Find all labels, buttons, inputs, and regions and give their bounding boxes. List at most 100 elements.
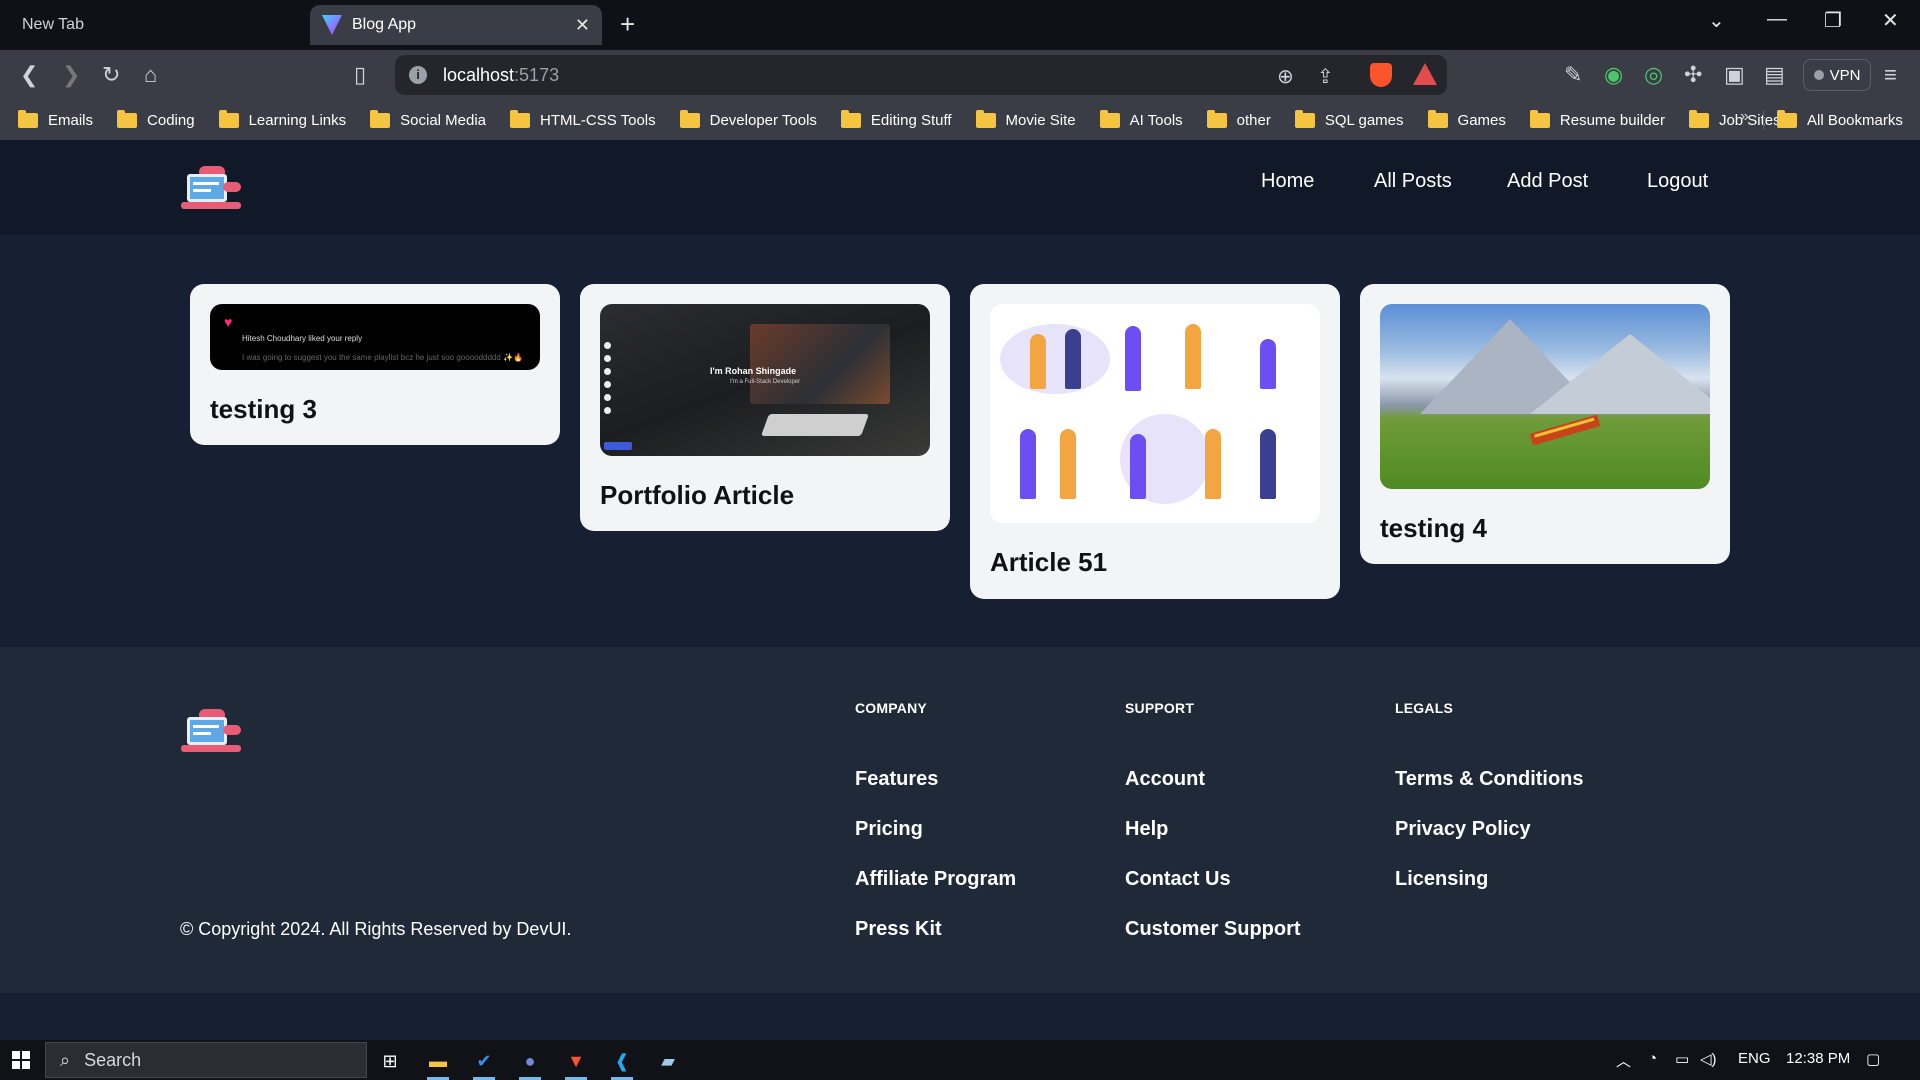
- bookmark-folder[interactable]: Games: [1427, 109, 1506, 129]
- folder-icon: [1529, 109, 1550, 128]
- volume-icon[interactable]: ◁): [1700, 1050, 1717, 1068]
- copyright-text: © Copyright 2024. All Rights Reserved by…: [180, 919, 572, 939]
- clock[interactable]: 12:38 PM: [1786, 1050, 1850, 1067]
- nav-all-posts[interactable]: All Posts: [1374, 170, 1452, 193]
- back-icon[interactable]: ❮: [20, 62, 38, 88]
- vpn-button[interactable]: VPN: [1803, 59, 1871, 91]
- footer-link-pricing[interactable]: Pricing: [855, 818, 923, 841]
- bookmark-label: Emails: [48, 111, 94, 129]
- footer-link-privacy[interactable]: Privacy Policy: [1395, 818, 1531, 841]
- bookmark-folder[interactable]: HTML-CSS Tools: [510, 109, 656, 129]
- bookmark-label: All Bookmarks: [1807, 111, 1903, 129]
- post-card[interactable]: I'm Rohan Shingade I'm a Full-Stack Deve…: [580, 284, 950, 531]
- bookmark-folder[interactable]: Job Sites: [1688, 109, 1781, 129]
- address-bar[interactable]: i localhost:5173 ⊕ ⇪: [395, 55, 1447, 95]
- person-figure: [1205, 429, 1221, 499]
- language-indicator[interactable]: ENG: [1738, 1050, 1771, 1067]
- footer-link-features[interactable]: Features: [855, 768, 938, 791]
- brave-browser-icon[interactable]: ▼: [561, 1046, 591, 1080]
- todo-icon[interactable]: ✔: [469, 1046, 499, 1080]
- task-view-icon[interactable]: ⊞: [375, 1046, 405, 1076]
- footer-heading-support: SUPPORT: [1125, 700, 1195, 716]
- extension-eye-icon[interactable]: ◉: [1604, 62, 1623, 88]
- share-icon[interactable]: ⇪: [1317, 64, 1334, 89]
- all-bookmarks-folder[interactable]: All Bookmarks: [1777, 100, 1903, 140]
- bookmark-folder[interactable]: Learning Links: [218, 109, 346, 129]
- post-card[interactable]: Article 51: [970, 284, 1340, 599]
- tray-chevron-icon[interactable]: ︿: [1616, 1050, 1631, 1071]
- extension-target-icon[interactable]: ◎: [1644, 62, 1663, 88]
- footer-link-customer-support[interactable]: Customer Support: [1125, 918, 1301, 941]
- post-card[interactable]: testing 4: [1360, 284, 1730, 564]
- network-icon[interactable]: ◔: [1648, 1050, 1657, 1067]
- restore-icon[interactable]: ❐: [1824, 8, 1842, 33]
- person-figure: [1060, 429, 1076, 499]
- logo-base: [181, 745, 241, 752]
- blog-logo[interactable]: [181, 166, 243, 212]
- folder-icon: [1688, 109, 1709, 128]
- brave-rewards-icon[interactable]: [1413, 63, 1437, 85]
- bookmark-icon[interactable]: ▯: [354, 62, 366, 88]
- bookmark-folder[interactable]: AI Tools: [1099, 109, 1183, 129]
- bookmark-folder[interactable]: Editing Stuff: [840, 109, 952, 129]
- footer-link-licensing[interactable]: Licensing: [1395, 868, 1488, 891]
- vscode-icon[interactable]: ❰: [607, 1046, 637, 1080]
- windows-start-icon[interactable]: [12, 1051, 30, 1069]
- taskbar-search[interactable]: ⌕ Search: [45, 1042, 367, 1078]
- person-figure: [1065, 329, 1081, 389]
- footer-link-account[interactable]: Account: [1125, 768, 1205, 791]
- bookmark-folder[interactable]: SQL games: [1294, 109, 1404, 129]
- bookmark-folder[interactable]: Emails: [18, 109, 94, 129]
- footer-link-press-kit[interactable]: Press Kit: [855, 918, 942, 941]
- folder-icon: [18, 109, 38, 128]
- footer-link-terms[interactable]: Terms & Conditions: [1395, 768, 1584, 791]
- close-tab-icon[interactable]: ✕: [575, 15, 590, 36]
- bookmark-folder[interactable]: other: [1206, 109, 1271, 129]
- tab-blog-app[interactable]: Blog App ✕: [310, 5, 602, 45]
- bookmark-folder[interactable]: Developer Tools: [679, 109, 817, 129]
- bookmark-folder[interactable]: Movie Site: [975, 109, 1076, 129]
- more-bookmarks-icon[interactable]: »: [1740, 108, 1749, 126]
- post-thumbnail: ♥ Hitesh Choudhary liked your reply I wa…: [210, 304, 540, 370]
- nav-home[interactable]: Home: [1261, 170, 1314, 193]
- footer-link-help[interactable]: Help: [1125, 818, 1168, 841]
- battery-icon[interactable]: ▭: [1675, 1050, 1689, 1068]
- bookmark-folder[interactable]: Coding: [117, 109, 195, 129]
- bookmark-folder[interactable]: Resume builder: [1529, 109, 1665, 129]
- nav-logout[interactable]: Logout: [1647, 170, 1708, 193]
- folder-icon: [1777, 109, 1797, 128]
- folder-icon: [975, 109, 996, 128]
- reload-icon[interactable]: ↻: [102, 62, 120, 88]
- sidebar-icon[interactable]: ▣: [1724, 62, 1745, 88]
- discord-icon[interactable]: ●: [515, 1046, 545, 1080]
- close-window-icon[interactable]: ✕: [1882, 8, 1899, 33]
- notepad-icon[interactable]: ▰: [653, 1046, 683, 1076]
- footer-link-affiliate[interactable]: Affiliate Program: [855, 868, 1016, 891]
- footer-link-contact[interactable]: Contact Us: [1125, 868, 1231, 891]
- badge-shape: [604, 442, 632, 450]
- post-title: testing 4: [1380, 513, 1487, 543]
- logo-monitor: [187, 174, 227, 202]
- eyedropper-icon[interactable]: ✎: [1564, 62, 1582, 88]
- person-figure: [1260, 429, 1276, 499]
- footer-logo[interactable]: [181, 709, 243, 755]
- home-icon[interactable]: ⌂: [144, 62, 157, 88]
- menu-icon[interactable]: ≡: [1884, 62, 1897, 88]
- zoom-icon[interactable]: ⊕: [1277, 64, 1294, 89]
- site-info-icon[interactable]: i: [409, 66, 427, 84]
- bookmark-folder[interactable]: Social Media: [370, 109, 486, 129]
- nav-add-post[interactable]: Add Post: [1507, 170, 1588, 193]
- tab-search-chevron-icon[interactable]: ⌄: [1708, 8, 1725, 33]
- logo-line: [193, 725, 219, 728]
- post-card[interactable]: ♥ Hitesh Choudhary liked your reply I wa…: [190, 284, 560, 445]
- post-title: Article 51: [990, 547, 1108, 577]
- extensions-puzzle-icon[interactable]: ✣: [1684, 62, 1702, 88]
- tab-new-tab[interactable]: New Tab: [10, 5, 290, 45]
- forward-icon[interactable]: ❯: [62, 62, 80, 88]
- brave-shields-icon[interactable]: [1370, 63, 1392, 87]
- notifications-icon[interactable]: ▢: [1866, 1050, 1880, 1068]
- file-explorer-icon[interactable]: ▬: [423, 1046, 453, 1080]
- new-tab-icon[interactable]: +: [620, 9, 635, 40]
- wallet-icon[interactable]: ▤: [1764, 62, 1785, 88]
- minimize-icon[interactable]: —: [1767, 8, 1787, 31]
